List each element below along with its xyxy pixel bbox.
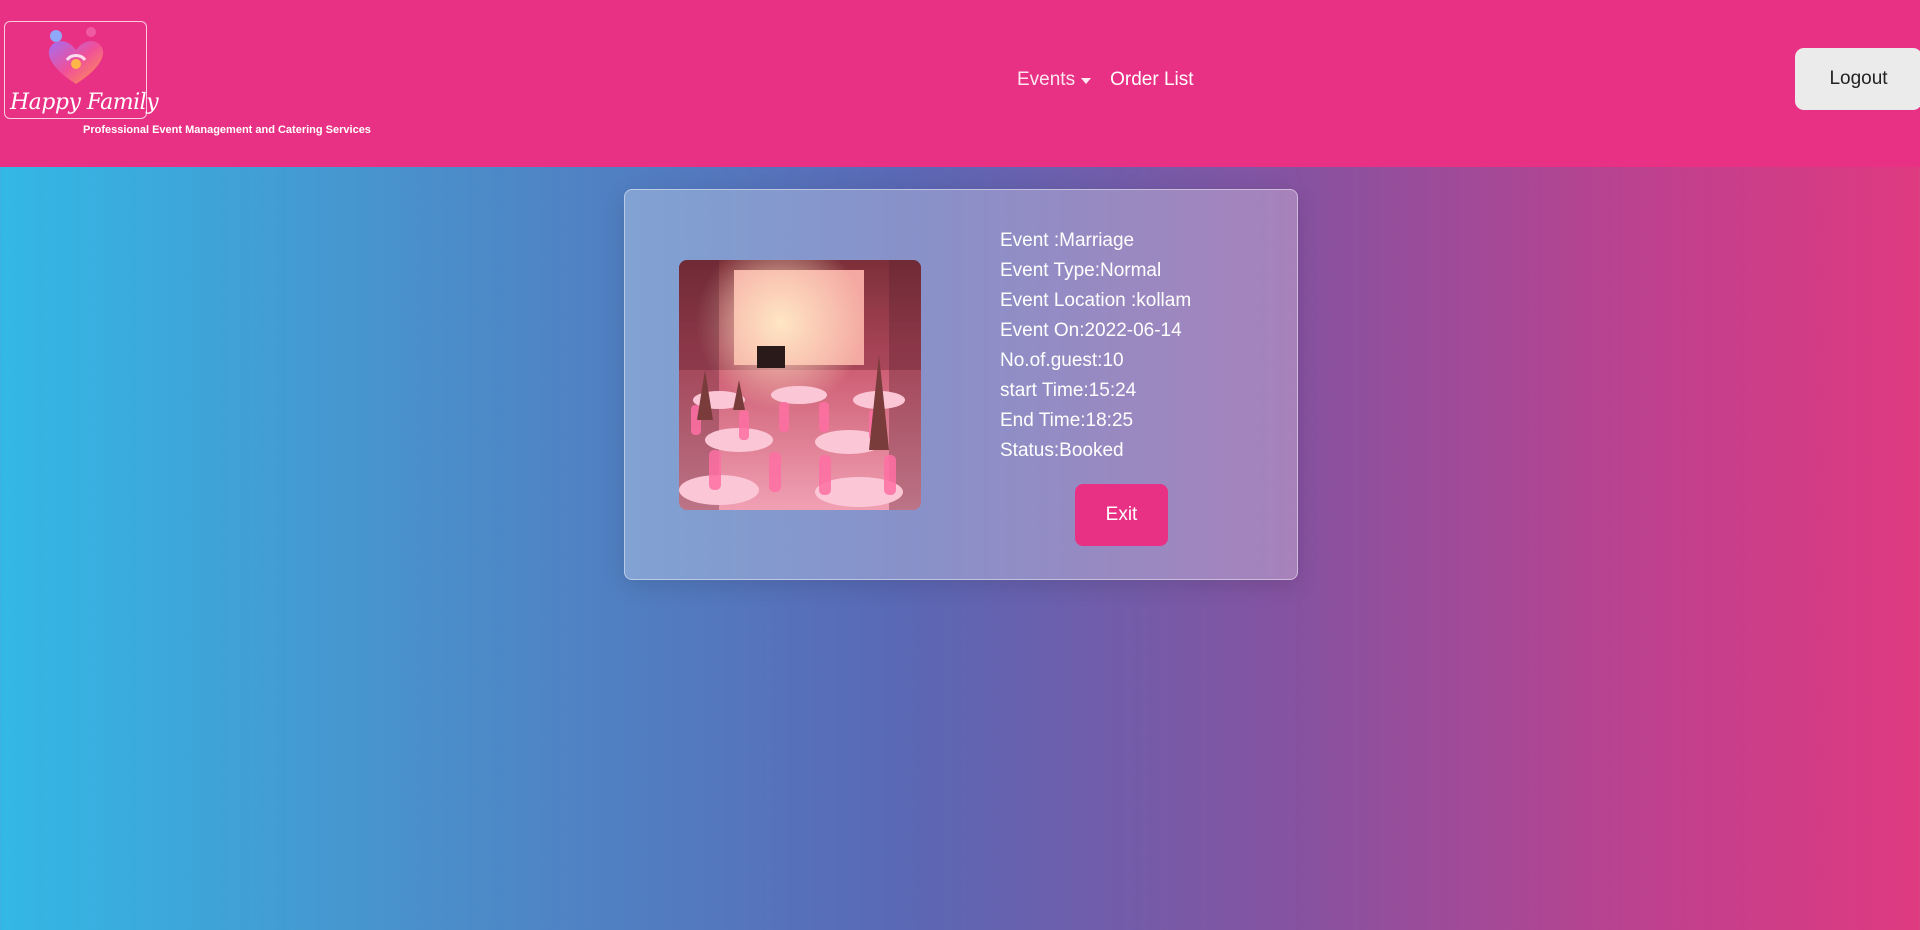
nav-events-dropdown[interactable]: Events [1017, 69, 1092, 91]
nav-order-list[interactable]: Order List [1110, 69, 1193, 91]
event-name: Event :Marriage [1000, 230, 1135, 251]
status: Status:Booked [1000, 440, 1124, 461]
event-location: Event Location :kollam [1000, 290, 1192, 311]
caret-down-icon [1081, 78, 1092, 84]
brand-tagline: Professional Event Management and Cateri… [83, 124, 371, 136]
navbar: Happy Family Professional Event Manageme… [0, 0, 1920, 167]
event-details: Event :Marriage Event Type:Normal Event … [1000, 226, 1191, 466]
end-time: End Time:18:25 [1000, 410, 1134, 431]
event-date: Event On:2022-06-14 [1000, 320, 1182, 341]
heart-family-icon [48, 27, 104, 84]
brand-logo[interactable]: Happy Family [4, 21, 159, 119]
nav-events-label: Events [1017, 69, 1076, 90]
wedding-hall-photo [679, 260, 921, 510]
logout-button[interactable]: Logout [1795, 48, 1920, 110]
exit-button[interactable]: Exit [1075, 484, 1168, 546]
start-time: start Time:15:24 [1000, 380, 1137, 401]
event-image [679, 260, 921, 510]
event-detail-card: Event :Marriage Event Type:Normal Event … [624, 189, 1298, 580]
main-nav: Events Order List [1017, 67, 1194, 93]
guest-count: No.of.guest:10 [1000, 350, 1124, 371]
brand-name: Happy Family [10, 90, 159, 115]
event-type: Event Type:Normal [1000, 260, 1162, 281]
